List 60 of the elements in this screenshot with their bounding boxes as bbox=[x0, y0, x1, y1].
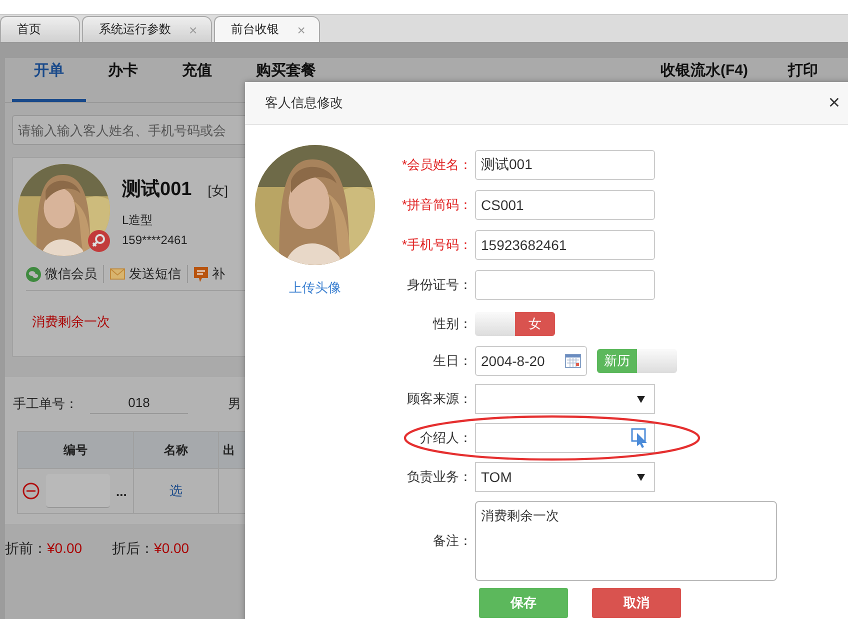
field-label: *会员姓名： bbox=[400, 156, 472, 174]
more-button[interactable]: ... bbox=[116, 484, 127, 498]
field-label: 顾客来源： bbox=[406, 390, 472, 408]
text-field[interactable]: CS001 bbox=[475, 190, 655, 220]
field-label: 男 bbox=[228, 395, 241, 413]
caret-icon bbox=[637, 474, 645, 480]
page-tab[interactable]: 系统运行参数 × bbox=[82, 16, 212, 42]
text-field[interactable]: 15923682461 bbox=[475, 230, 655, 260]
phone-number: 159****2461 bbox=[122, 233, 188, 247]
envelope-icon bbox=[110, 268, 125, 280]
date-field[interactable]: 2004-8-20 bbox=[475, 346, 587, 376]
nav-tab[interactable]: 办卡 bbox=[86, 58, 160, 102]
text-field[interactable] bbox=[475, 270, 655, 300]
page-tab[interactable]: 首页 bbox=[0, 16, 80, 42]
select-link[interactable]: 选 bbox=[170, 482, 182, 500]
close-button[interactable]: × bbox=[828, 93, 840, 113]
field-label: 手工单号： bbox=[13, 395, 79, 413]
field-label: 介绍人： bbox=[419, 429, 472, 447]
chat-bubbles-icon bbox=[26, 266, 41, 282]
text-field[interactable]: 测试001 bbox=[475, 150, 655, 180]
remark-text: 消费剩余一次 bbox=[32, 313, 111, 331]
dialog-title: 客人信息修改 bbox=[265, 94, 343, 112]
column-header: 名称 bbox=[134, 431, 219, 469]
cancel-button[interactable]: 取消 bbox=[592, 588, 681, 618]
picker-field[interactable] bbox=[475, 423, 655, 453]
action-link[interactable]: 微信会员 bbox=[26, 265, 103, 283]
code-field[interactable] bbox=[46, 474, 110, 508]
customer-name: 测试001 bbox=[122, 178, 192, 202]
action-link[interactable]: 发送短信 bbox=[103, 265, 187, 283]
field-label: *拼音简码： bbox=[400, 196, 472, 214]
caret-icon bbox=[637, 396, 645, 402]
field-label: 生日： bbox=[432, 352, 472, 370]
dropdown[interactable]: TOM bbox=[475, 462, 655, 492]
member-type: L造型 bbox=[122, 212, 154, 229]
field-label: *手机号码： bbox=[400, 236, 472, 254]
remove-icon[interactable] bbox=[22, 482, 40, 500]
toolbar-link[interactable]: 打印 bbox=[788, 61, 818, 81]
column-header: 编号 bbox=[18, 431, 134, 469]
cursor-icon[interactable] bbox=[631, 428, 649, 448]
nav-tab[interactable]: 充值 bbox=[160, 58, 234, 102]
gender-switch[interactable]: 女 bbox=[475, 312, 555, 336]
calendar-icon[interactable] bbox=[565, 354, 581, 368]
page-tab[interactable]: 前台收银 × bbox=[214, 16, 320, 42]
total-amount: ¥0.00 bbox=[154, 540, 190, 556]
field-label: 备注： bbox=[432, 532, 472, 550]
dropdown[interactable] bbox=[475, 384, 655, 414]
upload-link[interactable]: 上传头像 bbox=[289, 279, 341, 297]
toolbar-link[interactable]: 收银流水(F4) bbox=[660, 61, 748, 81]
field-label: 性别： bbox=[432, 314, 472, 332]
notes-field[interactable]: 消费剩余一次 bbox=[475, 501, 777, 581]
field-label: 负责业务： bbox=[406, 468, 472, 486]
total-label: 折后： bbox=[112, 540, 154, 556]
total-label: 折前： bbox=[5, 540, 47, 556]
field-label: 身份证号： bbox=[406, 276, 472, 294]
action-link[interactable]: 补 bbox=[187, 265, 231, 283]
nav-tab[interactable]: 开单 bbox=[12, 58, 86, 102]
manual-number-field[interactable]: 018 bbox=[90, 394, 188, 414]
gender-label: [女] bbox=[208, 182, 228, 200]
message-icon bbox=[194, 266, 208, 282]
total-amount: ¥0.00 bbox=[47, 540, 82, 556]
